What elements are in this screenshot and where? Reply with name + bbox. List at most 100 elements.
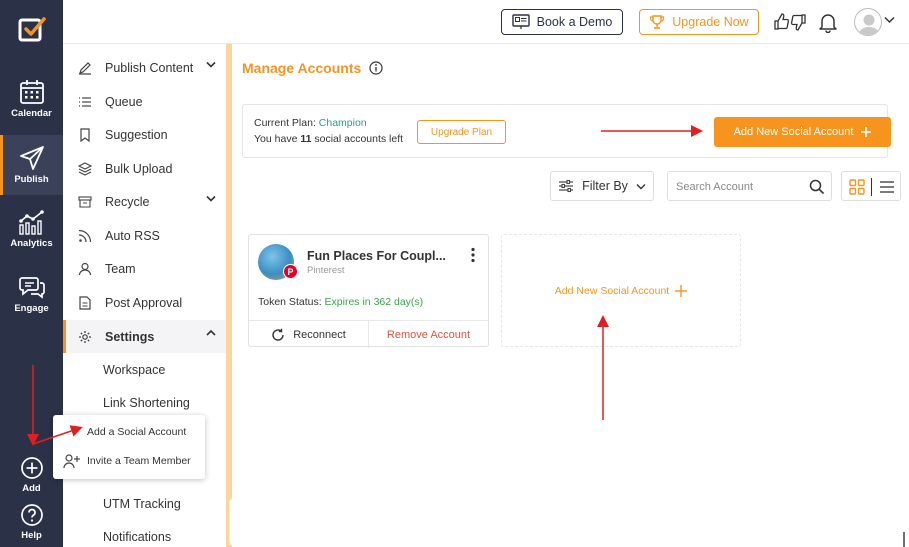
view-toggle-divider [871, 178, 872, 196]
upgrade-plan-button[interactable]: Upgrade Plan [417, 120, 506, 144]
list-icon [79, 97, 91, 107]
user-avatar[interactable] [854, 8, 882, 36]
add-new-social-account-label: Add New Social Account [733, 126, 854, 138]
submenu-item-publish-content[interactable]: Publish Content [63, 52, 226, 84]
submenu-item-team[interactable]: Team [63, 253, 226, 285]
submenu-item-recycle[interactable]: Recycle [63, 186, 226, 218]
rail-label-analytics: Analytics [10, 238, 53, 249]
settings-sub-link-shortening[interactable]: Link Shortening [103, 396, 190, 410]
submenu-label: Auto RSS [105, 229, 160, 243]
submenu-item-auto-rss[interactable]: Auto RSS [63, 220, 226, 252]
chevron-down-icon[interactable] [206, 195, 216, 203]
accounts-left-suffix: social accounts left [311, 133, 404, 145]
submenu-label: Suggestion [105, 128, 168, 142]
reconnect-label: Reconnect [293, 328, 346, 341]
card-actions: Reconnect Remove Account [249, 320, 488, 348]
rail-label-add: Add [22, 483, 41, 494]
chevron-down-icon[interactable] [206, 61, 216, 69]
remove-account-button[interactable]: Remove Account [369, 321, 488, 348]
filter-by-dropdown[interactable]: Filter By [550, 171, 654, 201]
current-plan-line: Current Plan: Champion [254, 117, 367, 129]
popup-add-social-label: Add a Social Account [87, 426, 187, 438]
app-logo[interactable] [0, 0, 63, 60]
sliders-icon [559, 179, 574, 193]
social-account-card: P Fun Places For Coupl... Pinterest Toke… [248, 234, 489, 348]
rail-item-publish[interactable]: Publish [0, 135, 63, 195]
search-icon[interactable] [809, 179, 825, 195]
token-status-value: Expires in 362 day(s) [324, 296, 424, 308]
accounts-left-line: You have 11 social accounts left [254, 133, 403, 145]
plus-icon [861, 127, 872, 137]
chevron-up-icon[interactable] [206, 329, 216, 337]
submenu-item-bulk-upload[interactable]: Bulk Upload [63, 153, 226, 185]
account-name: Fun Places For Coupl... [307, 249, 446, 263]
submenu-item-queue[interactable]: Queue [63, 86, 226, 118]
chat-bubbles-icon [18, 277, 45, 299]
submenu-item-suggestion[interactable]: Suggestion [63, 119, 226, 151]
view-toggle [841, 171, 901, 201]
trophy-icon [650, 15, 665, 29]
accounts-left-count: 11 [300, 133, 312, 145]
rail-item-analytics[interactable]: Analytics [0, 200, 63, 258]
question-circle-icon [20, 504, 43, 526]
chevron-down-icon[interactable] [884, 16, 895, 24]
token-status: Token Status: Expires in 362 day(s) [258, 296, 423, 308]
document-icon [79, 296, 91, 310]
book-demo-button[interactable]: Book a Demo [501, 9, 623, 35]
current-plan-label: Current Plan: [254, 117, 319, 129]
add-popup-menu: Add a Social Account Invite a Team Membe… [53, 415, 205, 479]
pencil-icon [79, 62, 91, 75]
add-new-social-account-button[interactable]: Add New Social Account [714, 117, 891, 147]
popup-invite-team-member[interactable]: Invite a Team Member [53, 448, 205, 474]
filter-by-label: Filter By [582, 179, 628, 193]
submenu-label: Post Approval [105, 296, 183, 310]
refresh-icon [272, 328, 284, 341]
grid-view-icon[interactable] [849, 179, 865, 195]
rail-label-help: Help [21, 530, 42, 541]
popup-add-social-account[interactable]: Add a Social Account [53, 419, 205, 445]
plus-circle-icon [20, 457, 43, 479]
paper-plane-icon [19, 146, 44, 170]
search-account-box [667, 171, 832, 201]
rail-label-engage: Engage [14, 303, 49, 314]
rail-item-help[interactable]: Help [0, 497, 63, 547]
upgrade-now-button[interactable]: Upgrade Now [639, 9, 759, 35]
page-title-text: Manage Accounts [242, 60, 362, 76]
settings-sub-notifications[interactable]: Notifications [103, 530, 171, 544]
page-title: Manage Accounts [242, 60, 383, 76]
chevron-down-icon [636, 183, 646, 189]
upgrade-now-label: Upgrade Now [672, 15, 749, 29]
plus-icon [675, 284, 688, 297]
more-vertical-icon[interactable] [470, 247, 476, 263]
plan-summary-box: Current Plan: Champion You have 11 socia… [242, 104, 891, 158]
rail-item-engage[interactable]: Engage [0, 265, 63, 323]
checkbox-logo-icon [18, 17, 46, 42]
archive-icon [78, 196, 92, 208]
reconnect-button[interactable]: Reconnect [249, 321, 369, 348]
list-view-icon[interactable] [879, 180, 895, 194]
add-new-social-account-card[interactable]: Add New Social Account [501, 234, 741, 347]
popup-invite-team-label: Invite a Team Member [87, 455, 191, 467]
info-icon[interactable] [369, 61, 383, 75]
settings-sub-workspace[interactable]: Workspace [103, 363, 165, 377]
submenu-item-post-approval[interactable]: Post Approval [63, 287, 226, 319]
token-status-label: Token Status: [258, 296, 325, 308]
user-plus-icon [63, 454, 80, 469]
search-account-input[interactable] [676, 178, 806, 196]
gear-icon [79, 330, 91, 343]
submenu-item-settings[interactable]: Settings [63, 320, 226, 353]
submenu-label: Settings [105, 329, 155, 344]
rail-item-calendar[interactable]: Calendar [0, 70, 63, 128]
bell-icon[interactable] [818, 11, 838, 33]
bar-chart-icon [18, 210, 44, 235]
submenu-label: Team [105, 262, 136, 276]
book-demo-label: Book a Demo [536, 15, 613, 29]
presentation-board-icon [511, 14, 530, 29]
rss-icon [78, 229, 92, 243]
add-card-label: Add New Social Account [554, 284, 670, 297]
settings-sub-utm-tracking[interactable]: UTM Tracking [103, 497, 181, 511]
main-content: Manage Accounts Current Plan: Champion Y… [232, 44, 909, 547]
feedback-thumbs-icon[interactable] [773, 11, 807, 33]
pinterest-badge-icon: P [283, 264, 298, 279]
rail-label-publish: Publish [14, 174, 49, 185]
